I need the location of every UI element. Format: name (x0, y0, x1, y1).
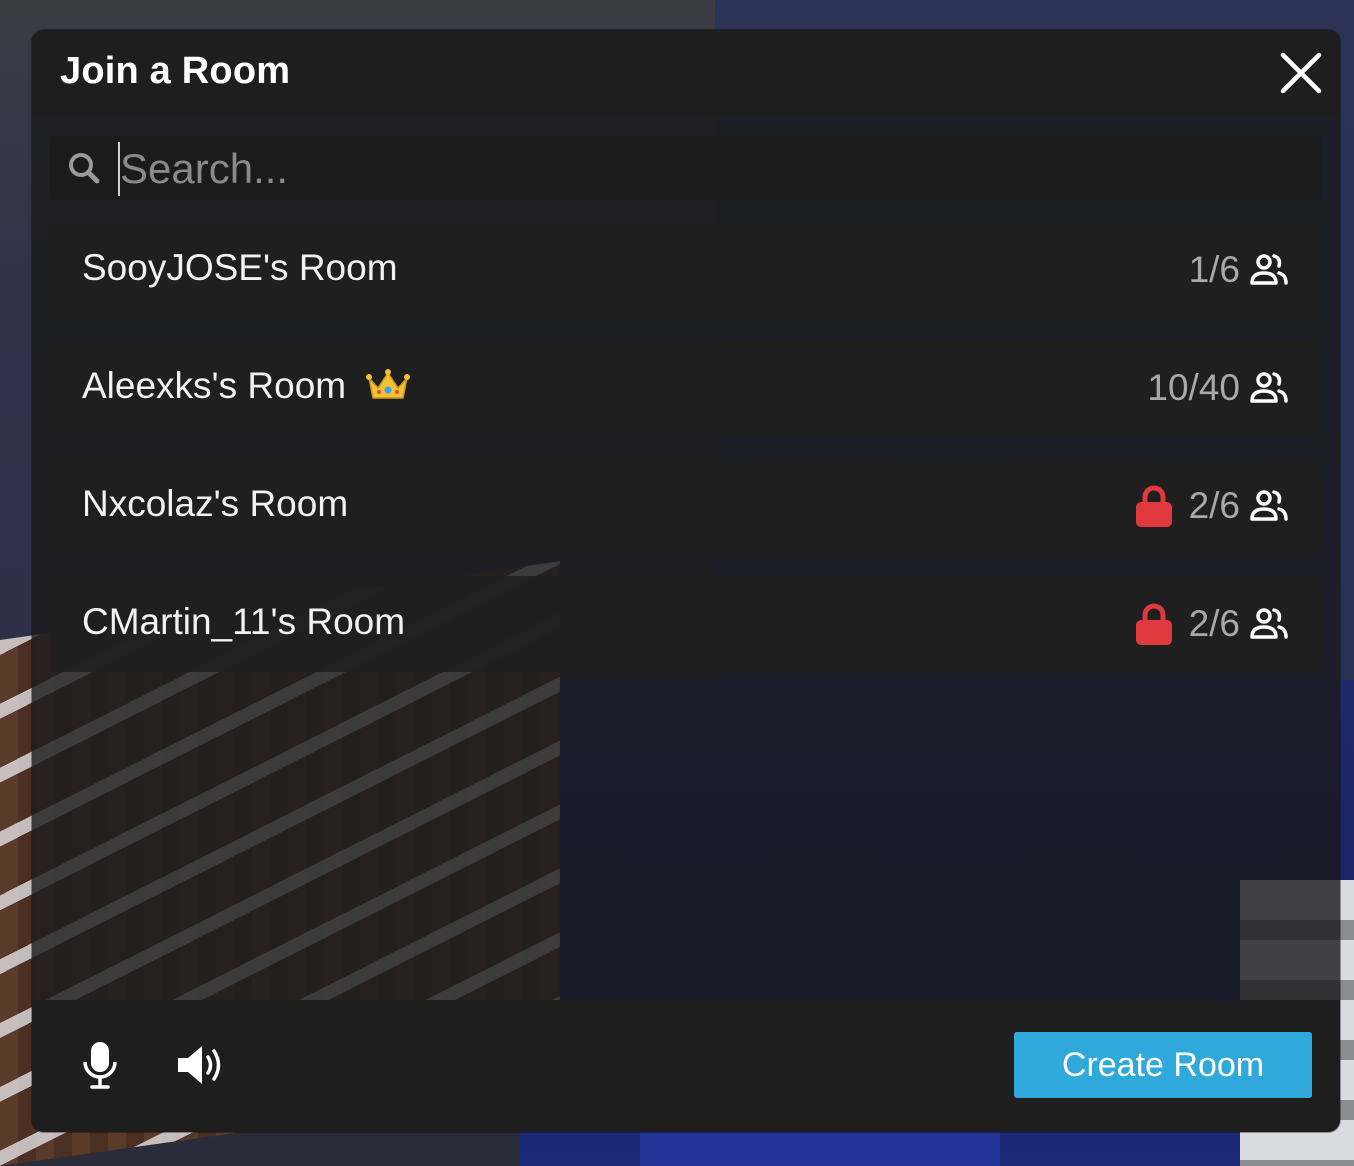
room-name: Nxcolaz's Room (82, 483, 349, 524)
speaker-button[interactable] (176, 1044, 226, 1086)
microphone-icon (83, 1042, 117, 1089)
search-bar (50, 136, 1322, 200)
room-name: CMartin_11's Room (82, 601, 406, 642)
people-icon (1250, 608, 1288, 639)
player-count: 10/40 (1147, 367, 1240, 408)
crown-icon (366, 369, 410, 399)
search-input[interactable] (118, 142, 1302, 196)
people-icon (1250, 490, 1288, 521)
search-icon (69, 153, 100, 184)
lock-icon (1135, 603, 1172, 645)
room-item[interactable]: Nxcolaz's Room 2/6 (50, 458, 1322, 554)
room-item[interactable]: Aleexks's Room 10/40 (50, 340, 1322, 436)
microphone-button[interactable] (80, 1040, 120, 1090)
player-count: 2/6 (1188, 485, 1240, 526)
player-count: 2/6 (1188, 603, 1240, 644)
lock-icon (1135, 485, 1172, 527)
create-room-button[interactable]: Create Room (1014, 1032, 1312, 1098)
dialog-footer: Create Room (32, 1000, 1340, 1132)
dialog-header: Join a Room (32, 30, 1340, 116)
room-item[interactable]: CMartin_11's Room 2/6 (50, 576, 1322, 672)
people-icon (1250, 254, 1288, 285)
close-icon (1280, 52, 1322, 94)
dialog-title: Join a Room (60, 50, 291, 92)
close-button[interactable] (1276, 48, 1326, 98)
room-item[interactable]: SooyJOSE's Room 1/6 (50, 222, 1322, 318)
room-name: Aleexks's Room (82, 365, 347, 406)
player-count: 1/6 (1188, 249, 1240, 290)
speaker-icon (178, 1046, 221, 1084)
people-icon (1250, 372, 1288, 403)
room-name: SooyJOSE's Room (82, 247, 398, 288)
join-room-dialog: Join a Room SooyJOSE's Room 1/6 Aleex (32, 30, 1340, 1132)
